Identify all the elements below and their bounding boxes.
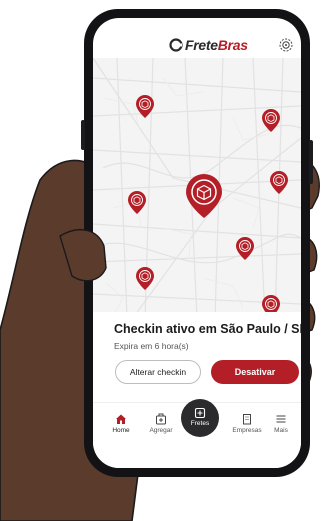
thumb-illustration: [59, 228, 107, 282]
